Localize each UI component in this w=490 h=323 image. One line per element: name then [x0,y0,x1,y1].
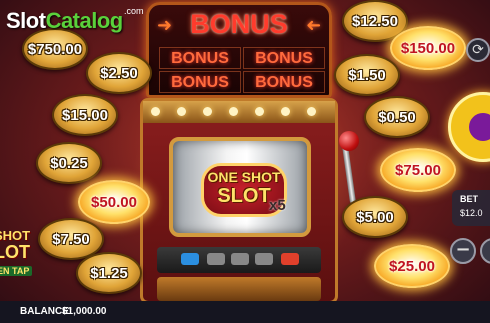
coin-prize: $2.50 [86,52,152,94]
minus-icon: − [455,239,471,260]
console-button [181,253,199,265]
coin-prize: $15.00 [52,94,118,136]
coin-value: $750.00 [27,40,83,58]
reel-window: ONE SHOT SLOT x5 [169,137,311,237]
coin-value: $15.00 [62,106,108,124]
slot-machine: ONE SHOT SLOT x5 [140,98,338,304]
watermark-word2: Catalog [45,8,124,33]
spin-button[interactable] [448,92,490,162]
lever-knob-icon [339,131,359,151]
increase-bet-button[interactable] [480,238,490,264]
status-bar: BALANCE: $1,000.00 [0,301,490,323]
game-logo: SHOT LOT EN TAP [0,228,40,280]
settings-button[interactable]: ⟳ [466,38,490,62]
coin-prize: $5.00 [342,196,408,238]
symbol-line1: ONE SHOT [207,169,281,185]
bet-value: $12.0 [460,208,483,218]
coin-prize: $1.50 [334,54,400,96]
coin-value: $25.00 [389,257,435,275]
coin-prize: $750.00 [22,28,88,70]
coin-value: $1.50 [348,66,386,84]
console-button [255,253,273,265]
coin-prize: $0.25 [36,142,102,184]
coin-value: $0.25 [50,154,88,172]
coin-value: $75.00 [395,161,441,179]
bet-panel[interactable]: BET $12.0 [452,190,490,226]
coin-value: $50.00 [91,193,137,211]
light-bulb-icon [203,107,212,116]
bonus-cell: BONUS [159,47,241,69]
decrease-bet-button[interactable]: − [450,238,476,264]
balance-value: $1,000.00 [62,306,107,317]
coin-value: $150.00 [400,39,456,57]
bet-label: BET [460,194,478,204]
game-logo-line1: SHOT [0,228,31,243]
coin-prize: $1.25 [76,252,142,294]
game-logo-tag: EN TAP [0,266,33,276]
game-screen: ➜ ➜ BONUS BONUS BONUS BONUS BONUS ONE SH… [0,0,490,323]
bonus-cell: BONUS [243,47,325,69]
coin-tray [157,277,321,301]
control-console [157,247,321,273]
light-bulb-icon [177,107,186,116]
light-bulb-icon [281,107,290,116]
light-bulb-icon [229,107,238,116]
bonus-cell: BONUS [159,71,241,93]
slotcatalog-watermark: SlotCatalog [6,8,123,34]
console-button [207,253,225,265]
coin-value: $7.50 [52,230,90,248]
light-bulb-icon [255,107,264,116]
coin-prize-highlighted: $150.00 [390,26,466,70]
light-bulb-icon [307,107,316,116]
multiplier-label: x5 [269,197,286,214]
coin-prize-highlighted: $50.00 [78,180,150,224]
coin-prize-highlighted: $25.00 [374,244,450,288]
settings-icon: ⟳ [472,42,484,58]
coin-value: $2.50 [100,64,138,82]
game-logo-line2: LOT [0,242,30,262]
spin-icon [463,107,490,147]
marquee-lights [143,101,335,123]
watermark-word1: Slot [6,8,46,33]
console-button [281,253,299,265]
bonus-cell: BONUS [243,71,325,93]
bonus-sign: ➜ ➜ BONUS BONUS BONUS BONUS BONUS [146,2,332,98]
bonus-title: BONUS [190,9,288,39]
light-bulb-icon [151,107,160,116]
coin-value: $5.00 [356,208,394,226]
coin-value: $1.25 [90,264,128,282]
coin-prize: $0.50 [364,96,430,138]
watermark-suffix: .com [124,6,144,16]
coin-prize-highlighted: $75.00 [380,148,456,192]
coin-value: $0.50 [378,108,416,126]
console-button [231,253,249,265]
